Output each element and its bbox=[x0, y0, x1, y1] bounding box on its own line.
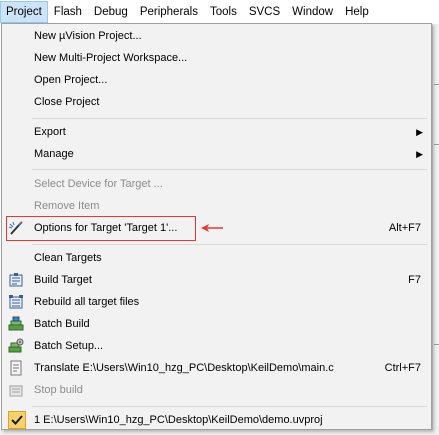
menu-tools[interactable]: Tools bbox=[204, 1, 243, 23]
annotation-arrow-icon bbox=[201, 224, 223, 232]
menu-item-recent-project[interactable]: 1 E:\Users\Win10_hzg_PC\Desktop\KeilDemo… bbox=[4, 409, 429, 431]
window: Project Flash Debug Peripherals Tools SV… bbox=[0, 0, 439, 435]
annotation-highlight-box bbox=[6, 216, 196, 241]
menu-help[interactable]: Help bbox=[339, 1, 375, 23]
menu-item-label: Close Project bbox=[34, 96, 100, 108]
scroll-tick bbox=[434, 144, 439, 145]
menu-item-build-target[interactable]: Build Target F7 bbox=[4, 269, 429, 291]
rebuild-icon bbox=[9, 295, 23, 309]
menu-item-clean-targets[interactable]: Clean Targets bbox=[4, 247, 429, 269]
menu-item-stop-build: Stop build bbox=[4, 379, 429, 401]
menu-separator bbox=[32, 118, 427, 119]
menu-item-shortcut: F7 bbox=[408, 274, 421, 286]
menu-item-label: Translate E:\Users\Win10_hzg_PC\Desktop\… bbox=[34, 362, 334, 374]
scroll-tick bbox=[434, 344, 439, 345]
menu-separator bbox=[32, 244, 427, 245]
batch-setup-icon bbox=[8, 338, 24, 353]
build-icon bbox=[9, 273, 23, 287]
menu-separator bbox=[32, 406, 427, 407]
menu-item-label: Batch Setup... bbox=[34, 340, 104, 352]
menu-item-translate[interactable]: Translate E:\Users\Win10_hzg_PC\Desktop\… bbox=[4, 357, 429, 379]
menu-item-select-device: Select Device for Target ... bbox=[4, 173, 429, 195]
checkmark-icon bbox=[11, 415, 23, 425]
submenu-arrow-icon: ▶ bbox=[416, 149, 423, 159]
menu-item-close-project[interactable]: Close Project bbox=[4, 91, 429, 113]
menu-item-label: Select Device for Target ... bbox=[34, 178, 163, 190]
menu-item-label: Rebuild all target files bbox=[34, 296, 140, 308]
menu-item-label: Build Target bbox=[34, 274, 92, 286]
editor-background-edge bbox=[432, 24, 439, 435]
menu-item-label: Clean Targets bbox=[34, 252, 102, 264]
menu-item-manage[interactable]: Manage ▶ bbox=[4, 143, 429, 165]
menu-item-rebuild-all[interactable]: Rebuild all target files bbox=[4, 291, 429, 313]
menu-item-remove-item: Remove Item bbox=[4, 195, 429, 217]
menu-item-shortcut: Ctrl+F7 bbox=[384, 362, 421, 374]
menu-item-label: Export bbox=[34, 126, 66, 138]
menu-item-new-project[interactable]: New µVision Project... bbox=[4, 25, 429, 47]
menu-item-label: 1 E:\Users\Win10_hzg_PC\Desktop\KeilDemo… bbox=[34, 414, 323, 426]
menu-item-new-multi-project[interactable]: New Multi-Project Workspace... bbox=[4, 47, 429, 69]
menu-project[interactable]: Project bbox=[0, 1, 48, 23]
menu-item-shortcut: Alt+F7 bbox=[388, 222, 421, 234]
menu-peripherals[interactable]: Peripherals bbox=[134, 1, 204, 23]
menu-item-label: New µVision Project... bbox=[34, 30, 142, 42]
menu-item-batch-setup[interactable]: Batch Setup... bbox=[4, 335, 429, 357]
menu-item-label: Stop build bbox=[34, 384, 83, 396]
check-icon bbox=[8, 411, 26, 429]
menu-item-open-project[interactable]: Open Project... bbox=[4, 69, 429, 91]
menu-window[interactable]: Window bbox=[286, 1, 339, 23]
menu-separator bbox=[32, 169, 427, 170]
menu-item-label: Open Project... bbox=[34, 74, 108, 86]
menu-item-batch-build[interactable]: Batch Build bbox=[4, 313, 429, 335]
menu-debug[interactable]: Debug bbox=[88, 1, 134, 23]
menu-bar: Project Flash Debug Peripherals Tools SV… bbox=[0, 0, 439, 24]
menu-svcs[interactable]: SVCS bbox=[243, 1, 286, 23]
menu-item-label: New Multi-Project Workspace... bbox=[34, 52, 188, 64]
project-dropdown-menu: New µVision Project... New Multi-Project… bbox=[1, 23, 432, 430]
batch-build-icon bbox=[8, 316, 24, 331]
submenu-arrow-icon: ▶ bbox=[416, 127, 423, 137]
menu-flash[interactable]: Flash bbox=[48, 1, 88, 23]
stop-build-icon bbox=[9, 385, 23, 397]
menu-item-label: Remove Item bbox=[34, 200, 100, 212]
translate-icon bbox=[10, 360, 22, 376]
menu-item-label: Batch Build bbox=[34, 318, 90, 330]
menu-item-export[interactable]: Export ▶ bbox=[4, 121, 429, 143]
scroll-tick bbox=[434, 84, 439, 85]
menu-item-label: Manage bbox=[34, 148, 74, 160]
